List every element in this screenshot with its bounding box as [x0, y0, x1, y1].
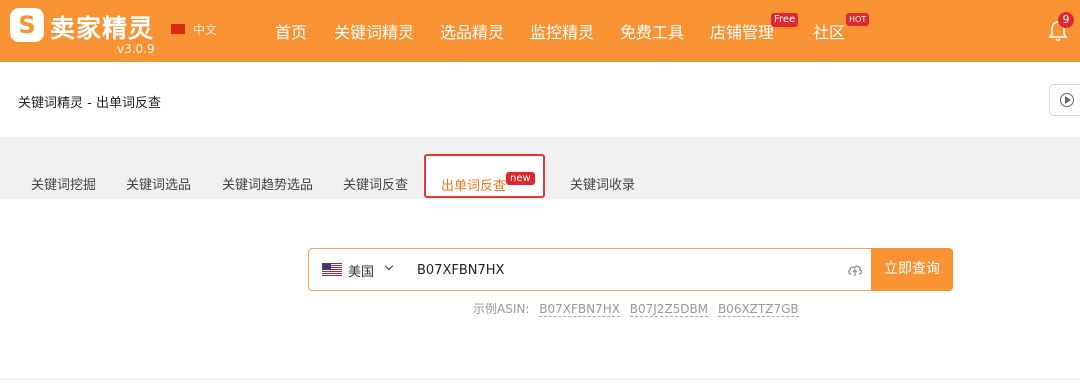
nav-item-keyword-wizard[interactable]: 关键词精灵: [334, 19, 414, 43]
nav-item-store-management[interactable]: 店铺管理: [710, 19, 774, 43]
country-select[interactable]: 美国: [348, 261, 374, 280]
tab-keyword-indexing[interactable]: 关键词收录: [570, 174, 635, 193]
examples-label: 示例ASIN:: [473, 302, 530, 316]
tab-order-keyword-reverse-lookup[interactable]: 出单词反查: [441, 175, 506, 194]
china-flag-icon[interactable]: [171, 24, 185, 34]
nav-item-free-tools[interactable]: 免费工具: [620, 19, 684, 43]
example-asin-link[interactable]: B07J2Z5DBM: [629, 302, 709, 317]
us-flag-icon: [322, 263, 342, 276]
nav-item-community[interactable]: 社区: [813, 19, 845, 43]
top-nav-bar: S 卖家精灵 v3.0.9 中文 首页 关键词精灵 选品精灵 监控精灵 免费工具…: [0, 0, 1080, 62]
app-version: v3.0.9: [117, 42, 155, 56]
tab-keyword-reverse-lookup[interactable]: 关键词反查: [343, 174, 408, 193]
chevron-down-icon[interactable]: [384, 261, 394, 271]
hot-badge: HOT: [846, 13, 870, 26]
logo-glyph: S: [18, 11, 36, 39]
example-asin-link[interactable]: B07XFBN7HX: [539, 302, 620, 317]
nav-item-monitor-wizard[interactable]: 监控精灵: [530, 19, 594, 43]
video-tutorial-button[interactable]: [1049, 84, 1080, 116]
brand-name[interactable]: 卖家精灵: [50, 9, 154, 45]
new-badge: new: [506, 172, 535, 185]
nav-item-home[interactable]: 首页: [275, 19, 307, 43]
tab-keyword-product-selection[interactable]: 关键词选品: [126, 174, 191, 193]
asin-input[interactable]: [417, 259, 837, 281]
nav-item-product-wizard[interactable]: 选品精灵: [440, 19, 504, 43]
breadcrumb: 关键词精灵 - 出单词反查: [18, 96, 161, 111]
play-icon: [1065, 96, 1071, 104]
brand-logo-icon[interactable]: S: [10, 8, 44, 42]
search-button[interactable]: 立即查询: [871, 248, 953, 291]
example-asins: 示例ASIN: B07XFBN7HX B07J2Z5DBM B06XZTZ7GB: [473, 300, 799, 317]
tool-tabs: 关键词挖掘 关键词选品 关键词趋势选品 关键词反查 出单词反查 new 关键词收…: [0, 137, 1080, 199]
tab-keyword-mining[interactable]: 关键词挖掘: [31, 174, 96, 193]
section-divider: [0, 379, 1080, 380]
example-asin-link[interactable]: B06XZTZ7GB: [717, 302, 799, 317]
tab-keyword-trend-selection[interactable]: 关键词趋势选品: [222, 174, 313, 193]
cloud-upload-icon[interactable]: [847, 263, 863, 277]
language-switch[interactable]: 中文: [193, 21, 217, 38]
asin-search-bar: 美国 立即查询: [308, 248, 953, 291]
free-badge: Free: [771, 13, 799, 27]
notification-count-badge: 9: [1058, 12, 1074, 28]
